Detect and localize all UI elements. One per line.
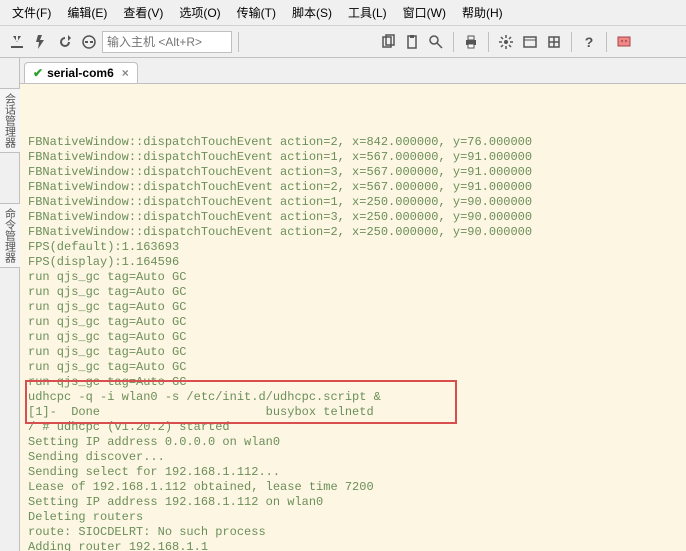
menubar: 文件(F)编辑(E)查看(V)选项(O)传输(T)脚本(S)工具(L)窗口(W)… <box>0 0 686 26</box>
menu-transfer[interactable]: 传输(T) <box>229 2 284 23</box>
connect-icon[interactable] <box>6 31 28 53</box>
menu-script[interactable]: 脚本(S) <box>284 2 340 23</box>
terminal-line: FBNativeWindow::dispatchTouchEvent actio… <box>28 195 678 210</box>
tab-serial-com6[interactable]: ✔ serial-com6 × <box>24 62 138 83</box>
settings-icon[interactable] <box>495 31 517 53</box>
reconnect-icon[interactable] <box>54 31 76 53</box>
paste-icon[interactable] <box>401 31 423 53</box>
terminal-line: Sending discover... <box>28 450 678 465</box>
disconnect-icon[interactable] <box>78 31 100 53</box>
sidebar: 会话管理器 命令管理器 <box>0 58 20 551</box>
terminal-line: FPS(default):1.163693 <box>28 240 678 255</box>
check-icon: ✔ <box>33 66 43 80</box>
terminal-output[interactable]: FBNativeWindow::dispatchTouchEvent actio… <box>20 84 686 551</box>
separator <box>238 32 239 52</box>
copy-icon[interactable] <box>377 31 399 53</box>
menu-window[interactable]: 窗口(W) <box>395 2 454 23</box>
separator <box>488 32 489 52</box>
terminal-line: FBNativeWindow::dispatchTouchEvent actio… <box>28 225 678 240</box>
terminal-line: Deleting routers <box>28 510 678 525</box>
tab-title: serial-com6 <box>47 66 114 80</box>
terminal-line: Sending select for 192.168.1.112... <box>28 465 678 480</box>
terminal-line: Setting IP address 0.0.0.0 on wlan0 <box>28 435 678 450</box>
terminal-line: FBNativeWindow::dispatchTouchEvent actio… <box>28 210 678 225</box>
content: ✔ serial-com6 × FBNativeWindow::dispatch… <box>20 58 686 551</box>
terminal-line: Setting IP address 192.168.1.112 on wlan… <box>28 495 678 510</box>
host-input[interactable] <box>102 31 232 53</box>
svg-text:?: ? <box>585 34 594 50</box>
tab-bar: ✔ serial-com6 × <box>20 58 686 84</box>
terminal-line: FBNativeWindow::dispatchTouchEvent actio… <box>28 165 678 180</box>
terminal-line: [1]- Done busybox telnetd <box>28 405 678 420</box>
terminal-line: run qjs_gc tag=Auto GC <box>28 270 678 285</box>
terminal-line: Lease of 192.168.1.112 obtained, lease t… <box>28 480 678 495</box>
toggle-icon[interactable] <box>543 31 565 53</box>
terminal-line: run qjs_gc tag=Auto GC <box>28 345 678 360</box>
terminal-line: run qjs_gc tag=Auto GC <box>28 330 678 345</box>
menu-tools[interactable]: 工具(L) <box>340 2 395 23</box>
menu-edit[interactable]: 编辑(E) <box>59 2 115 23</box>
session-manager-tab[interactable]: 会话管理器 <box>0 88 21 153</box>
terminal-line: FBNativeWindow::dispatchTouchEvent actio… <box>28 150 678 165</box>
terminal-line: FPS(display):1.164596 <box>28 255 678 270</box>
feedback-icon[interactable] <box>613 31 635 53</box>
menu-file[interactable]: 文件(F) <box>4 2 59 23</box>
separator <box>571 32 572 52</box>
session-options-icon[interactable] <box>519 31 541 53</box>
close-icon[interactable]: × <box>122 66 129 80</box>
terminal-line: FBNativeWindow::dispatchTouchEvent actio… <box>28 180 678 195</box>
terminal-line: FBNativeWindow::dispatchTouchEvent actio… <box>28 135 678 150</box>
main-area: 会话管理器 命令管理器 ✔ serial-com6 × FBNativeWind… <box>0 58 686 551</box>
menu-options[interactable]: 选项(O) <box>171 2 228 23</box>
quick-connect-icon[interactable] <box>30 31 52 53</box>
terminal-line: Adding router 192.168.1.1 <box>28 540 678 551</box>
terminal-line: run qjs_gc tag=Auto GC <box>28 285 678 300</box>
print-icon[interactable] <box>460 31 482 53</box>
terminal-line: run qjs_gc tag=Auto GC <box>28 375 678 390</box>
separator <box>606 32 607 52</box>
terminal-line: run qjs_gc tag=Auto GC <box>28 360 678 375</box>
terminal-line: route: SIOCDELRT: No such process <box>28 525 678 540</box>
terminal-line: run qjs_gc tag=Auto GC <box>28 315 678 330</box>
find-icon[interactable] <box>425 31 447 53</box>
command-manager-tab[interactable]: 命令管理器 <box>0 203 21 268</box>
terminal-line: udhcpc -q -i wlan0 -s /etc/init.d/udhcpc… <box>28 390 678 405</box>
separator <box>453 32 454 52</box>
help-icon[interactable]: ? <box>578 31 600 53</box>
terminal-line: run qjs_gc tag=Auto GC <box>28 300 678 315</box>
menu-view[interactable]: 查看(V) <box>115 2 171 23</box>
toolbar: ? <box>0 26 686 58</box>
terminal-line: / # udhcpc (v1.20.2) started <box>28 420 678 435</box>
menu-help[interactable]: 帮助(H) <box>454 2 511 23</box>
